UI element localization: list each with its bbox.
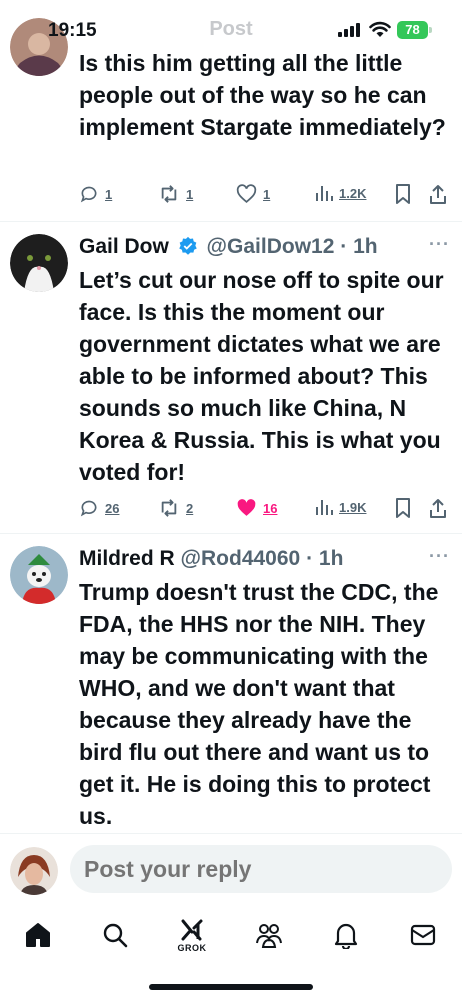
avatar[interactable] xyxy=(10,234,68,292)
grok-icon xyxy=(181,919,203,940)
reply-count: 1 xyxy=(105,186,113,202)
status-bar: 19:15 Post 78 xyxy=(0,0,462,58)
home-indicator xyxy=(149,984,313,990)
views-icon xyxy=(316,500,333,515)
heart-icon xyxy=(236,184,257,204)
bookmark-icon xyxy=(396,184,410,204)
views-button[interactable]: 1.2K xyxy=(315,184,366,202)
tweet-header: Gail Dow @GailDow12 · 1h xyxy=(79,234,378,260)
tweet[interactable]: Gail Dow @GailDow12 · 1h ··· Let’s cut o… xyxy=(0,222,462,534)
view-count: 1.2K xyxy=(339,185,367,201)
notifications-icon xyxy=(334,923,358,949)
views-icon xyxy=(316,186,333,201)
post-time: · 1h xyxy=(306,547,344,570)
tweet-text: Let’s cut our nose off to spite our face… xyxy=(79,267,444,485)
repost-button[interactable]: 2 xyxy=(158,498,193,518)
share-button[interactable] xyxy=(429,184,453,204)
grok-label: GROK xyxy=(177,942,207,953)
tweet-text: Trump doesn't trust the CDC, the FDA, th… xyxy=(79,579,439,829)
bookmark-button[interactable] xyxy=(395,184,417,204)
reply-icon xyxy=(80,500,97,517)
like-count: 16 xyxy=(263,500,278,516)
nav-notifications[interactable] xyxy=(326,915,366,955)
page-title: Post xyxy=(209,18,253,40)
tweet-text: Is this him getting all the little peopl… xyxy=(79,50,446,140)
reply-input[interactable] xyxy=(70,845,452,893)
tweet-actions: 26 2 16 1.9K xyxy=(79,498,449,520)
tweet-actions: 1 1 1 1.2K xyxy=(79,184,449,206)
home-icon xyxy=(26,923,50,947)
wifi-icon xyxy=(369,21,391,37)
nav-messages[interactable] xyxy=(403,915,443,955)
like-button[interactable]: 1 xyxy=(236,184,270,204)
communities-icon xyxy=(256,924,282,948)
display-name[interactable]: Mildred R xyxy=(79,547,175,570)
handle[interactable]: @Rod44060 xyxy=(181,547,301,570)
nav-home[interactable] xyxy=(18,915,58,955)
more-options-icon[interactable]: ··· xyxy=(429,234,450,255)
views-button[interactable]: 1.9K xyxy=(315,498,366,516)
nav-search[interactable] xyxy=(95,915,135,955)
reply-button[interactable]: 26 xyxy=(79,498,119,518)
messages-icon xyxy=(410,924,436,946)
search-icon xyxy=(103,923,128,948)
repost-button[interactable]: 1 xyxy=(158,184,193,204)
tweet[interactable]: Mildred R @Rod44060 · 1h ··· Trump doesn… xyxy=(0,534,462,833)
view-count: 1.9K xyxy=(339,499,367,515)
avatar[interactable] xyxy=(10,546,68,604)
reply-button[interactable]: 1 xyxy=(79,184,112,204)
share-icon xyxy=(430,499,446,518)
heart-filled-icon xyxy=(237,499,256,516)
reply-bar xyxy=(0,833,462,905)
more-options-icon[interactable]: ··· xyxy=(429,546,450,567)
display-name[interactable]: Gail Dow xyxy=(79,235,169,258)
repost-count: 2 xyxy=(186,500,194,516)
reply-icon xyxy=(80,186,97,203)
reply-count: 26 xyxy=(105,500,120,516)
tweet-header: Mildred R @Rod44060 · 1h xyxy=(79,546,343,572)
like-count: 1 xyxy=(263,186,271,202)
current-user-avatar xyxy=(10,847,58,895)
like-button[interactable]: 16 xyxy=(236,498,277,518)
verified-badge-icon xyxy=(178,236,197,255)
nav-communities[interactable] xyxy=(249,915,289,955)
bookmark-icon xyxy=(396,498,410,518)
battery-tip xyxy=(429,27,432,33)
bookmark-button[interactable] xyxy=(395,498,417,518)
battery-indicator: 78 xyxy=(397,21,428,39)
cellular-signal-icon xyxy=(338,23,362,37)
nav-grok[interactable]: GROK xyxy=(172,915,212,955)
repost-icon xyxy=(161,185,177,203)
handle[interactable]: @GailDow12 xyxy=(207,235,335,258)
share-button[interactable] xyxy=(429,498,453,518)
repost-count: 1 xyxy=(186,186,194,202)
share-icon xyxy=(430,185,446,204)
post-time: · 1h xyxy=(340,235,378,258)
repost-icon xyxy=(161,499,177,517)
